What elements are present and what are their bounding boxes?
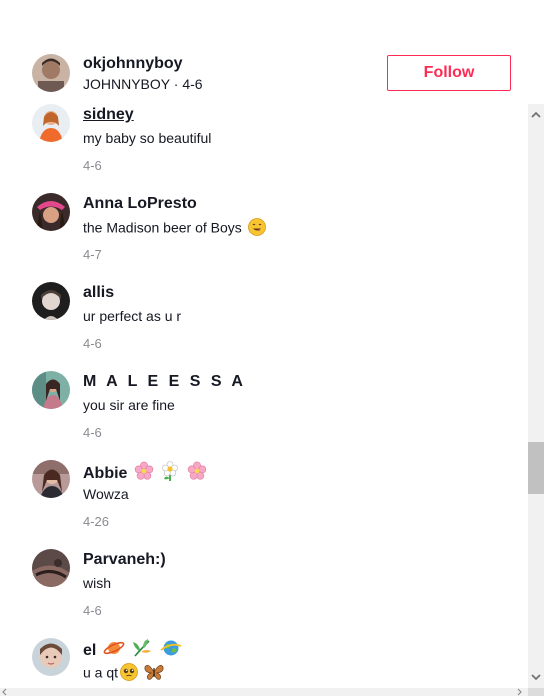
herb-emoji bbox=[131, 639, 153, 663]
horizontal-scrollbar[interactable] bbox=[0, 688, 528, 696]
comment-text: Wowza bbox=[83, 486, 129, 502]
commenter-avatar[interactable] bbox=[32, 460, 70, 498]
scroll-right-arrow-icon bbox=[517, 688, 522, 696]
comment-text-row: the Madison beer of Boys bbox=[83, 218, 266, 240]
comment-item: allis ur perfect as u r 4-6 bbox=[0, 282, 528, 371]
comment-text: the Madison beer of Boys bbox=[83, 219, 242, 236]
scrollbar-corner bbox=[528, 688, 544, 696]
commenter-name[interactable]: allis bbox=[83, 283, 114, 303]
comment-item: Anna LoPresto the Madison beer of Boys 4… bbox=[0, 193, 528, 282]
comment-date: 4-6 bbox=[83, 336, 102, 351]
window-edge bbox=[544, 0, 554, 696]
cherry-blossom-emoji bbox=[134, 461, 154, 487]
commenter-avatar[interactable] bbox=[32, 193, 70, 231]
comment-date: 4-26 bbox=[83, 514, 110, 529]
commenter-name-row[interactable]: el bbox=[83, 639, 182, 663]
comment-item: sidney my baby so beautiful 4-6 bbox=[0, 104, 528, 193]
comment-item: Parvaneh:) wish 4-6 bbox=[0, 549, 528, 638]
globe-emoji bbox=[160, 639, 182, 663]
planet-emoji bbox=[103, 639, 125, 663]
butterfly-emoji bbox=[144, 663, 164, 685]
comment-date: 4-6 bbox=[83, 425, 102, 440]
commenter-avatar[interactable] bbox=[32, 371, 70, 409]
comment-text: u a qt bbox=[83, 664, 119, 681]
pleading-face-emoji bbox=[120, 663, 138, 685]
follow-button[interactable]: Follow bbox=[387, 55, 511, 91]
commenter-name[interactable]: el bbox=[83, 642, 96, 659]
cherry-blossom-emoji bbox=[187, 461, 207, 487]
author-subtitle: JOHNNYBOY · 4-6 bbox=[83, 76, 203, 92]
comment-date: 4-7 bbox=[83, 247, 102, 262]
comment-text: wish bbox=[83, 575, 112, 591]
daisy-emoji bbox=[160, 461, 180, 487]
comment-date: 4-6 bbox=[83, 158, 102, 173]
author-avatar[interactable] bbox=[32, 54, 70, 92]
comment-text: my baby so beautiful bbox=[83, 130, 212, 146]
grinning-tongue-emoji bbox=[247, 218, 266, 240]
comment-item: Abbie Wowza 4-26 bbox=[0, 460, 528, 549]
comment-date: 4-6 bbox=[83, 603, 102, 618]
comment-text: you sir are fine bbox=[83, 397, 175, 413]
author-username[interactable]: okjohnnyboy bbox=[83, 54, 183, 74]
commenter-name[interactable]: M A L E E S S A bbox=[83, 372, 246, 392]
commenter-name[interactable]: Anna LoPresto bbox=[83, 194, 197, 214]
scrollbar-thumb[interactable] bbox=[528, 442, 544, 494]
commenter-avatar[interactable] bbox=[32, 282, 70, 320]
commenter-name-row[interactable]: Abbie bbox=[83, 461, 207, 487]
scroll-down-arrow-icon[interactable] bbox=[528, 669, 544, 685]
commenter-name[interactable]: sidney bbox=[83, 105, 134, 125]
scroll-left-arrow-icon bbox=[2, 688, 7, 696]
comment-text: ur perfect as u r bbox=[83, 308, 182, 324]
commenter-avatar[interactable] bbox=[32, 104, 70, 142]
vertical-scrollbar[interactable] bbox=[528, 104, 544, 688]
scroll-up-arrow-icon[interactable] bbox=[528, 107, 544, 123]
commenter-name[interactable]: Parvaneh:) bbox=[83, 550, 166, 570]
comment-item: M A L E E S S A you sir are fine 4-6 bbox=[0, 371, 528, 460]
commenter-name[interactable]: Abbie bbox=[83, 465, 127, 482]
comment-text-row: u a qt bbox=[83, 663, 164, 685]
commenter-avatar[interactable] bbox=[32, 638, 70, 676]
comments-header: okjohnnyboy JOHNNYBOY · 4-6 Follow bbox=[0, 0, 528, 104]
comment-item: el u a qt bbox=[0, 638, 528, 688]
comment-list: sidney my baby so beautiful 4-6 Anna LoP… bbox=[0, 104, 528, 688]
commenter-avatar[interactable] bbox=[32, 549, 70, 587]
